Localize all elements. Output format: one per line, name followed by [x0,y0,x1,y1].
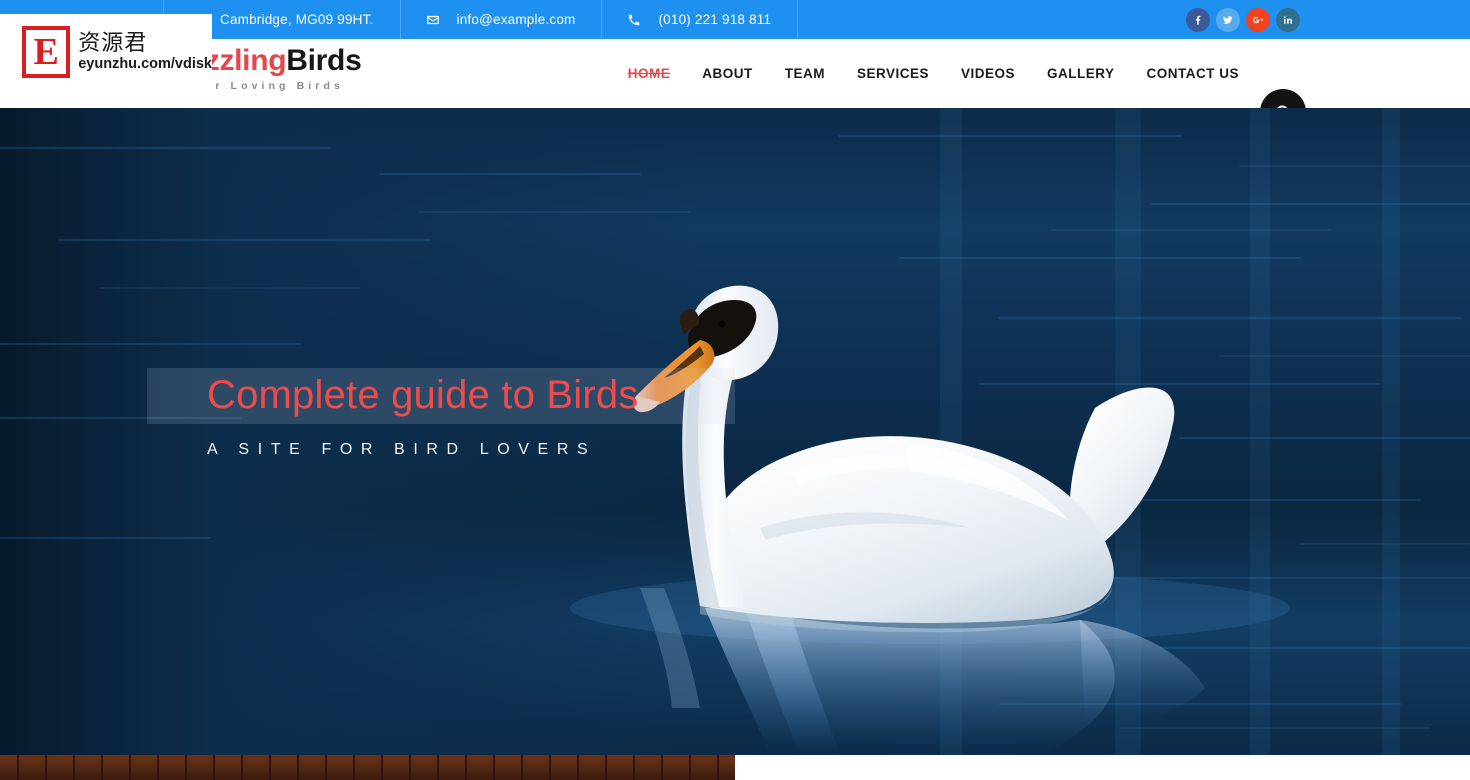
nav-item-videos[interactable]: VIDEOS [945,66,1031,81]
site-header: DazzlingBirds Your Loving Birds HOME ABO… [0,39,1470,135]
watermark-logo-letter: E [22,25,71,78]
address-text: Cambridge, MG09 99HT. [220,12,374,27]
email-text: info@example.com [456,12,576,27]
hero-title: Complete guide to Birds [207,373,639,417]
main-navigation: HOME ABOUT TEAM SERVICES VIDEOS GALLERY … [612,39,1255,108]
watermark-url-text: eyunzhu.com/vdisk [78,55,212,72]
hero-subtitle: A SITE FOR BIRD LOVERS [207,441,597,458]
hero-banner: Complete guide to Birds A SITE FOR BIRD … [0,108,1470,755]
brand-title-part2: Birds [286,44,362,77]
topbar-contacts: Cambridge, MG09 99HT. info@example.com (… [163,0,799,39]
watermark-chinese-text: 资源君 [78,30,148,56]
footer-wood-strip [0,755,735,780]
topbar: Cambridge, MG09 99HT. info@example.com (… [0,0,1470,39]
contact-item-email[interactable]: info@example.com [401,0,603,39]
phone-icon [624,10,644,30]
nav-item-home[interactable]: HOME [612,66,687,81]
footer-white-strip [735,755,1470,780]
linkedin-icon[interactable] [1276,7,1300,32]
watermark-overlay: E 资源君 eyunzhu.com/vdisk [0,14,212,89]
google-plus-icon[interactable] [1246,7,1270,32]
phone-text: (010) 221 918 811 [658,12,772,27]
page-root: Cambridge, MG09 99HT. info@example.com (… [0,0,1470,780]
nav-item-gallery[interactable]: GALLERY [1031,66,1131,81]
envelope-icon [423,10,443,30]
nav-item-team[interactable]: TEAM [769,66,841,81]
contact-item-phone[interactable]: (010) 221 918 811 [602,0,799,39]
facebook-icon[interactable] [1186,7,1210,32]
social-links [1186,0,1300,39]
wood-slats-texture [0,755,735,780]
twitter-icon[interactable] [1216,7,1240,32]
nav-item-services[interactable]: SERVICES [841,66,945,81]
watermark-text: 资源君 eyunzhu.com/vdisk [78,31,212,73]
nav-item-about[interactable]: ABOUT [686,66,769,81]
hero-copy: Complete guide to Birds A SITE FOR BIRD … [0,108,1470,755]
nav-item-contact-us[interactable]: CONTACT US [1131,66,1256,81]
